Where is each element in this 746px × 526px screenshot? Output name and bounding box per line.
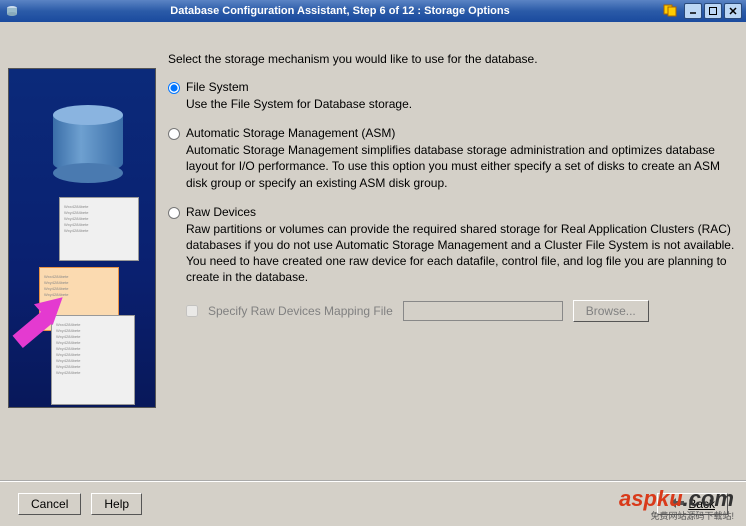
footer-bar: Cancel Help Back [0,480,746,526]
raw-mapping-checkbox [186,305,198,317]
options-pane: Select the storage mechanism you would l… [168,30,738,472]
back-arrow-icon [670,497,684,511]
asm-label: Automatic Storage Management (ASM) [186,126,395,140]
close-button[interactable] [724,3,742,19]
radio-file-system[interactable] [168,82,180,94]
browse-button: Browse... [573,300,649,322]
cancel-button[interactable]: Cancel [18,493,81,515]
window-title: Database Configuration Assistant, Step 6… [24,5,656,17]
back-button[interactable]: Back [657,493,728,515]
raw-mapping-label: Specify Raw Devices Mapping File [208,304,393,318]
title-bar: Database Configuration Assistant, Step 6… [0,0,746,22]
minimize-button[interactable] [684,3,702,19]
raw-mapping-input [403,301,563,321]
app-icon [4,3,20,19]
intro-text: Select the storage mechanism you would l… [168,52,738,66]
maximize-button[interactable] [704,3,722,19]
file-system-label: File System [186,80,249,94]
asm-desc: Automatic Storage Management simplifies … [186,142,738,191]
raw-desc: Raw partitions or volumes can provide th… [186,221,738,286]
back-label: Back [688,497,715,511]
file-system-desc: Use the File System for Database storage… [186,96,738,112]
help-button[interactable]: Help [91,493,142,515]
radio-asm[interactable] [168,128,180,140]
radio-raw[interactable] [168,207,180,219]
raw-label: Raw Devices [186,205,256,219]
wizard-illustration: Wxx4284beteWxy4284beteWxy4284beteWxy4284… [8,68,156,408]
title-icon [662,3,678,20]
